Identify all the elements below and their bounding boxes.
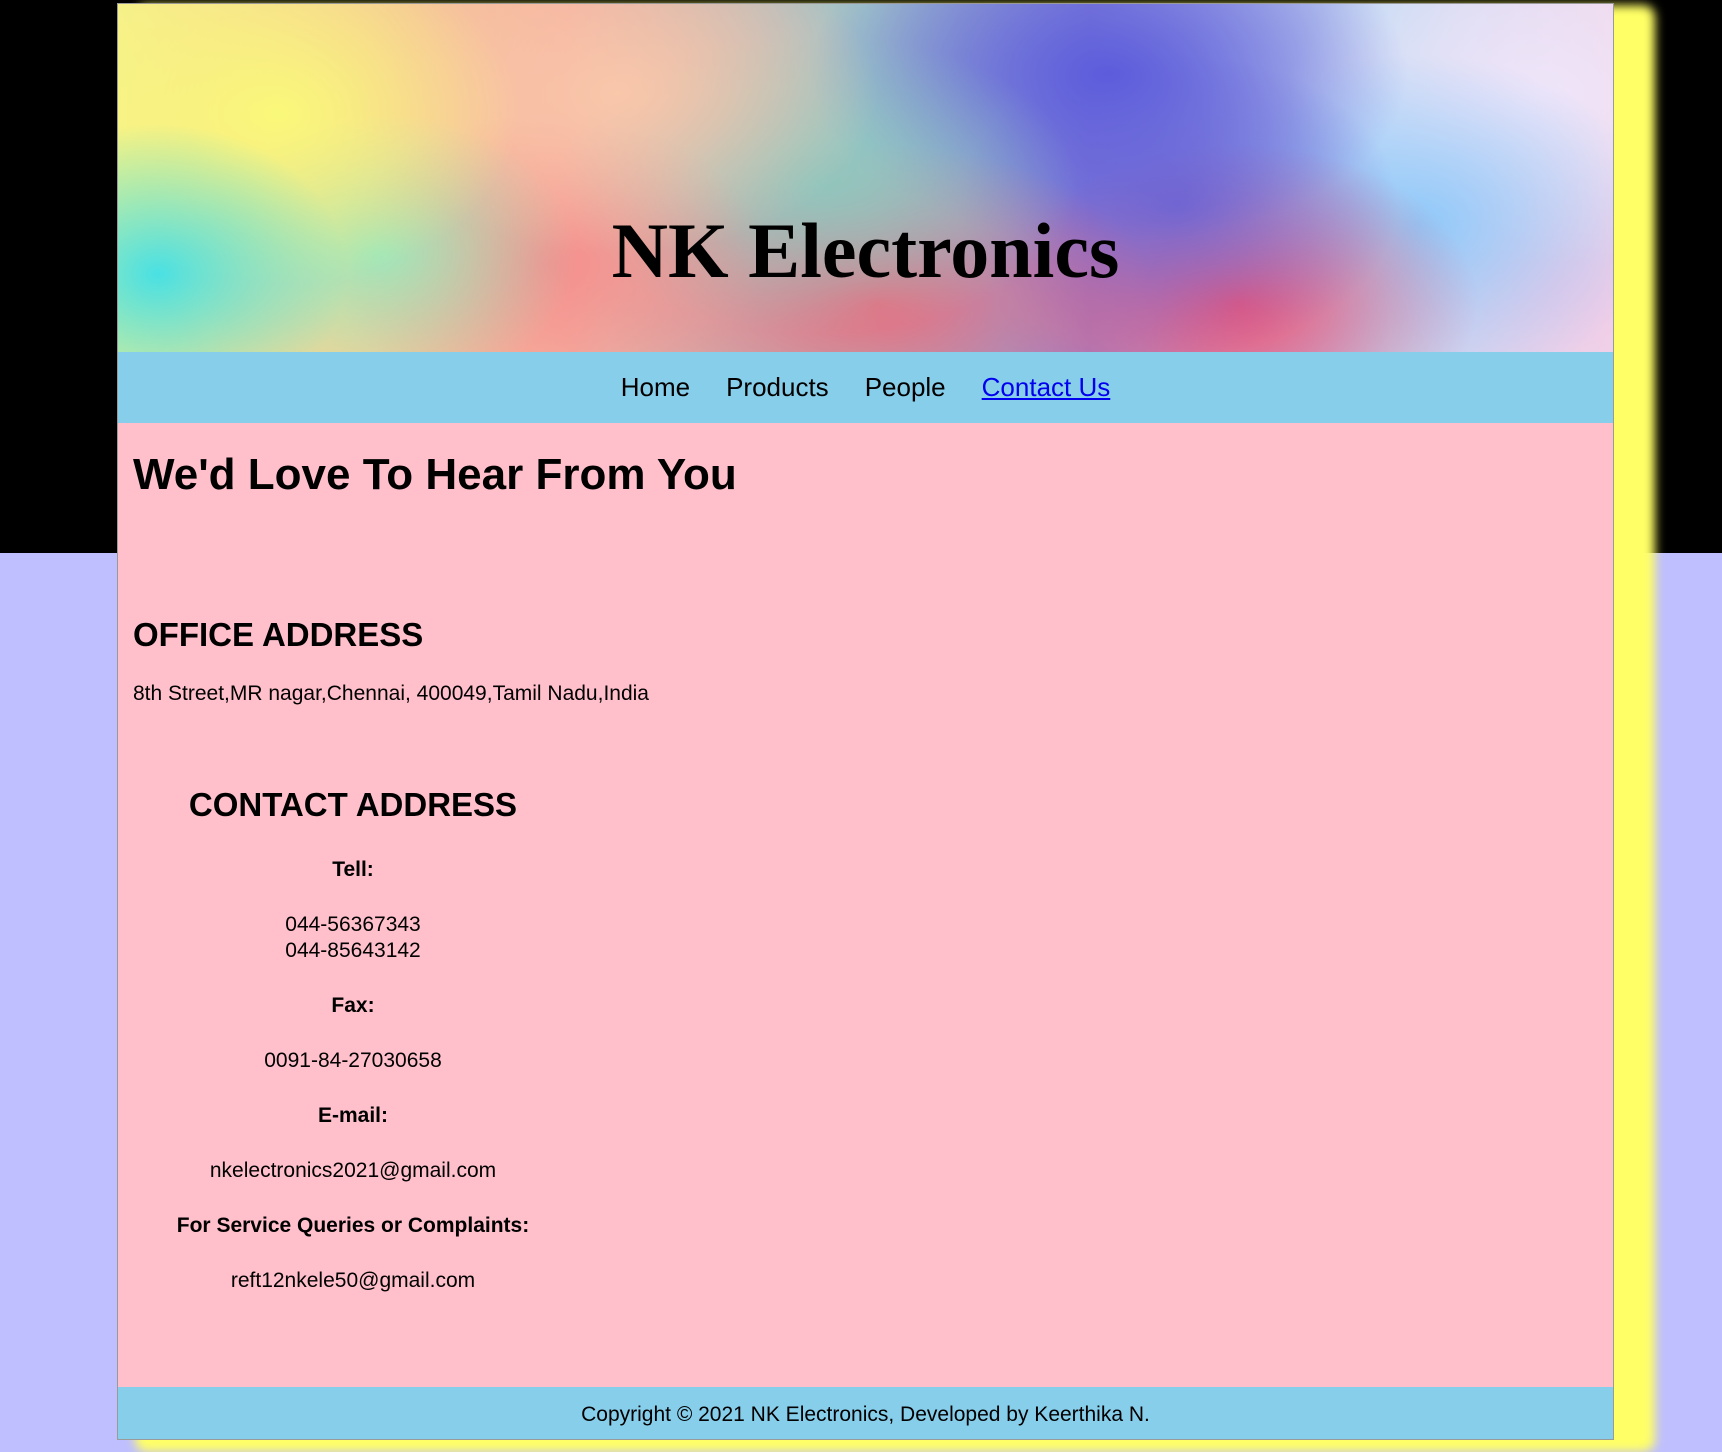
fax-label: Fax:	[331, 994, 375, 1017]
nav-home-link[interactable]: Home	[621, 372, 690, 403]
tel-values: 044-56367343 044-85643142	[133, 912, 573, 964]
site-footer: Copyright © 2021 NK Electronics, Develop…	[118, 1387, 1613, 1439]
nav-people-link[interactable]: People	[865, 372, 946, 403]
office-address-text: 8th Street,MR nagar,Chennai, 400049,Tami…	[133, 682, 649, 705]
main-content: We'd Love To Hear From You OFFICE ADDRES…	[118, 423, 1613, 1387]
contact-address-heading: CONTACT ADDRESS	[188, 786, 518, 823]
site-title: NK Electronics	[611, 207, 1120, 294]
office-address-heading: OFFICE ADDRESS	[133, 616, 424, 653]
page-container: NK Electronics Home Products People Cont…	[117, 3, 1614, 1440]
site-header-banner: NK Electronics	[118, 4, 1613, 352]
tel-label: Tell:	[332, 858, 374, 881]
tel-number-2: 044-85643142	[285, 939, 421, 962]
contact-address-block: CONTACT ADDRESS Tell: 044-56367343 044-8…	[133, 788, 573, 1323]
email-label: E-mail:	[317, 1104, 388, 1127]
fax-number: 0091-84-27030658	[264, 1049, 442, 1072]
service-queries-label: For Service Queries or Complaints:	[176, 1214, 530, 1237]
service-email-address: reft12nkele50@gmail.com	[230, 1269, 476, 1292]
page-heading: We'd Love To Hear From You	[133, 450, 737, 499]
tel-number-1: 044-56367343	[285, 913, 421, 936]
email-address: nkelectronics2021@gmail.com	[209, 1159, 497, 1182]
nav-products-link[interactable]: Products	[726, 372, 829, 403]
nav-contact-us-link[interactable]: Contact Us	[982, 372, 1111, 403]
copyright-text: Copyright © 2021 NK Electronics, Develop…	[581, 1403, 1150, 1426]
main-nav: Home Products People Contact Us	[118, 352, 1613, 423]
